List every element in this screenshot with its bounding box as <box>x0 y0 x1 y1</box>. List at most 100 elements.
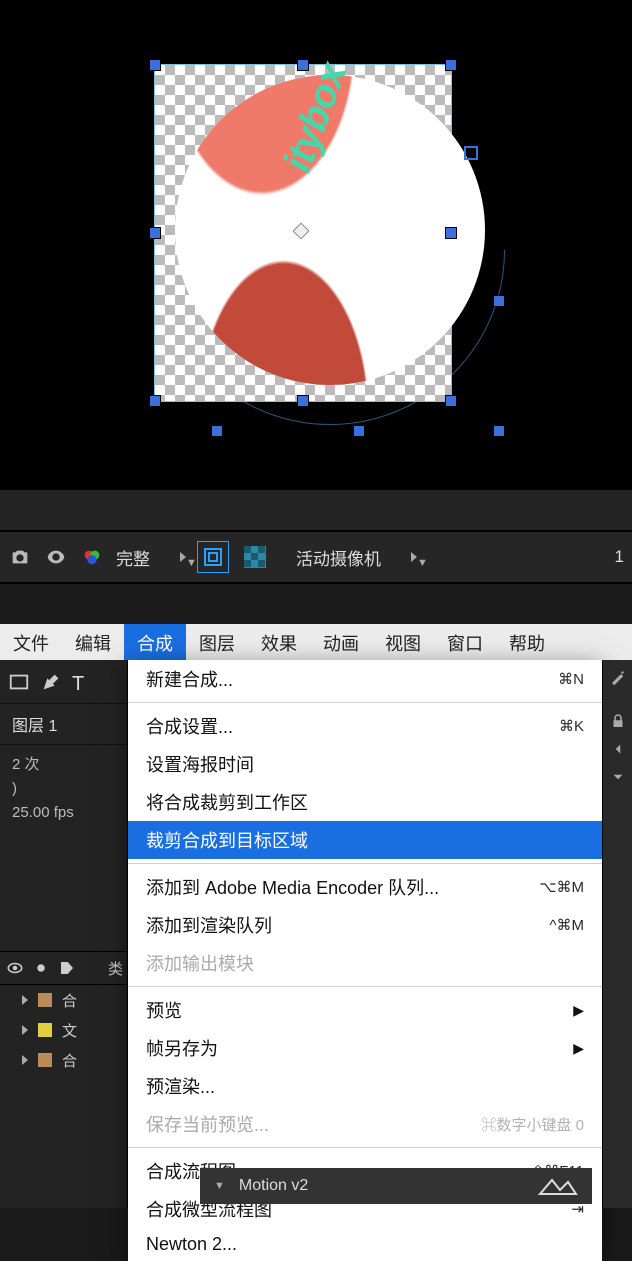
camera-dropdown[interactable]: 活动摄像机 ▼ <box>296 545 417 570</box>
chevron-left-icon[interactable] <box>609 740 627 758</box>
path-handle[interactable] <box>354 426 364 436</box>
bbox-handle-tl[interactable] <box>150 60 160 70</box>
menu-item-label: 新建合成... <box>146 666 233 692</box>
expand-triangle-icon[interactable] <box>22 995 28 1005</box>
menu-item[interactable]: 预览▶ <box>128 991 602 1029</box>
bbox-handle-bm[interactable] <box>298 396 308 406</box>
menu-file[interactable]: 文件 <box>0 624 62 660</box>
region-of-interest-button[interactable] <box>198 542 228 572</box>
layer-name-fragment: 合 <box>62 990 77 1011</box>
resolution-dropdown[interactable]: 完整 ▼ <box>116 545 186 570</box>
menu-item[interactable]: 添加到渲染队列^⌘M <box>128 906 602 944</box>
timeline-header: 类 <box>0 951 127 985</box>
menu-item[interactable]: 裁剪合成到目标区域 <box>128 821 602 859</box>
menu-item: 添加输出模块 <box>128 944 602 982</box>
menu-composition[interactable]: 合成 <box>124 624 186 660</box>
menu-help[interactable]: 帮助 <box>496 624 558 660</box>
bbox-handle-bl[interactable] <box>150 396 160 406</box>
menu-item[interactable]: Newton 2... <box>128 1228 602 1261</box>
menu-item[interactable]: 帧另存为 ▶ <box>128 1029 602 1067</box>
menu-item-label: 合成设置... <box>146 713 233 739</box>
label-color-chip[interactable] <box>38 1053 52 1067</box>
transparency-grid-button[interactable] <box>240 542 270 572</box>
bbox-handle-ml[interactable] <box>150 228 160 238</box>
lock-icon[interactable] <box>609 712 627 730</box>
path-handle[interactable] <box>466 148 476 158</box>
timeline-row[interactable]: 合 <box>0 985 127 1015</box>
menu-animation[interactable]: 动画 <box>310 624 372 660</box>
work-area: T 图层 1 2 次 ) 25.00 fps 类 合文合 新建合成... ⌘N 合成… <box>0 660 632 1208</box>
bbox-handle-tr[interactable] <box>446 60 456 70</box>
menu-item[interactable]: 预渲染... <box>128 1067 602 1105</box>
label-color-chip[interactable] <box>38 1023 52 1037</box>
menu-view[interactable]: 视图 <box>372 624 434 660</box>
dropdown-triangle-icon: ▼ <box>411 552 417 562</box>
menu-item-label: 裁剪合成到目标区域 <box>146 827 308 853</box>
menu-item[interactable]: 新建合成... ⌘N <box>128 660 602 698</box>
pen-tool-icon[interactable] <box>40 671 62 698</box>
composition-viewport[interactable]: itybox <box>0 0 632 490</box>
solo-icon[interactable] <box>32 959 50 977</box>
layer-name-fragment: 文 <box>62 1020 77 1041</box>
bbox-handle-br[interactable] <box>446 396 456 406</box>
menu-item-shortcut: ^⌘M <box>549 916 584 934</box>
tool-row: T <box>0 666 127 704</box>
snapshot-icon[interactable] <box>8 545 32 569</box>
bbox-handle-tm[interactable] <box>298 60 308 70</box>
menu-separator <box>128 1147 602 1148</box>
mountain-icon <box>538 1176 578 1196</box>
camera-label: 活动摄像机 <box>296 545 381 570</box>
submenu-arrow-icon: ▶ <box>573 1002 584 1019</box>
menu-item-label: 保存当前预览... <box>146 1111 269 1137</box>
bbox-handle-mr[interactable] <box>446 228 456 238</box>
rectangle-tool-icon[interactable] <box>8 671 30 698</box>
menu-separator <box>128 986 602 987</box>
chevron-down-icon[interactable] <box>609 768 627 786</box>
viewport-toolbar: 完整 ▼ 活动摄像机 ▼ 1 <box>0 530 632 584</box>
menu-separator <box>128 702 602 703</box>
menu-item[interactable]: 合成设置... ⌘K <box>128 707 602 745</box>
eye-icon[interactable] <box>6 959 24 977</box>
timeline-row[interactable]: 合 <box>0 1045 127 1075</box>
meta-line: 25.00 fps <box>12 801 115 825</box>
channels-icon[interactable] <box>80 545 104 569</box>
label-icon[interactable] <box>58 959 76 977</box>
menu-item-shortcut: ⌥⌘M <box>539 878 584 896</box>
label-color-chip[interactable] <box>38 993 52 1007</box>
meta-line: ) <box>12 777 115 801</box>
wand-icon[interactable] <box>609 668 627 686</box>
main-menubar: 文件 编辑 合成 图层 效果 动画 视图 窗口 帮助 <box>0 624 632 660</box>
motion-label: Motion v2 <box>239 1177 308 1195</box>
path-handle[interactable] <box>494 296 504 306</box>
left-panel: T 图层 1 2 次 ) 25.00 fps 类 合文合 <box>0 660 128 1208</box>
submenu-arrow-icon: ▶ <box>573 1040 584 1057</box>
menu-item[interactable]: 将合成裁剪到工作区 <box>128 783 602 821</box>
path-handle[interactable] <box>212 426 222 436</box>
timeline-col-type: 类 <box>108 958 127 979</box>
motion-panel[interactable]: ▼ Motion v2 <box>200 1168 592 1204</box>
panel-tab-layer[interactable]: 图层 1 <box>0 704 127 745</box>
menu-item-label: Newton 2... <box>146 1234 237 1255</box>
view-count: 1 <box>615 547 624 567</box>
menu-item-label: 将合成裁剪到工作区 <box>146 789 308 815</box>
path-handle[interactable] <box>494 426 504 436</box>
menu-layer[interactable]: 图层 <box>186 624 248 660</box>
preview-panel: itybox 完整 ▼ <box>0 0 632 584</box>
menu-window[interactable]: 窗口 <box>434 624 496 660</box>
meta-line: 2 次 <box>12 753 115 777</box>
expand-triangle-icon[interactable] <box>22 1055 28 1065</box>
menu-edit[interactable]: 编辑 <box>62 624 124 660</box>
timeline-row[interactable]: 文 <box>0 1015 127 1045</box>
visibility-icon[interactable] <box>44 545 68 569</box>
menu-effect[interactable]: 效果 <box>248 624 310 660</box>
menu-item-label: 设置海报时间 <box>146 751 254 777</box>
menu-separator <box>128 863 602 864</box>
menu-item-shortcut: ⌘K <box>559 717 584 735</box>
expand-triangle-icon[interactable] <box>22 1025 28 1035</box>
text-tool-icon[interactable]: T <box>72 673 84 696</box>
menu-item-label: 帧另存为 <box>146 1035 218 1061</box>
menu-item[interactable]: 添加到 Adobe Media Encoder 队列...⌥⌘M <box>128 868 602 906</box>
menu-item-shortcut: ⌘N <box>558 670 584 688</box>
menu-item: 保存当前预览...⌘数字小键盘 0 <box>128 1105 602 1143</box>
menu-item[interactable]: 设置海报时间 <box>128 745 602 783</box>
